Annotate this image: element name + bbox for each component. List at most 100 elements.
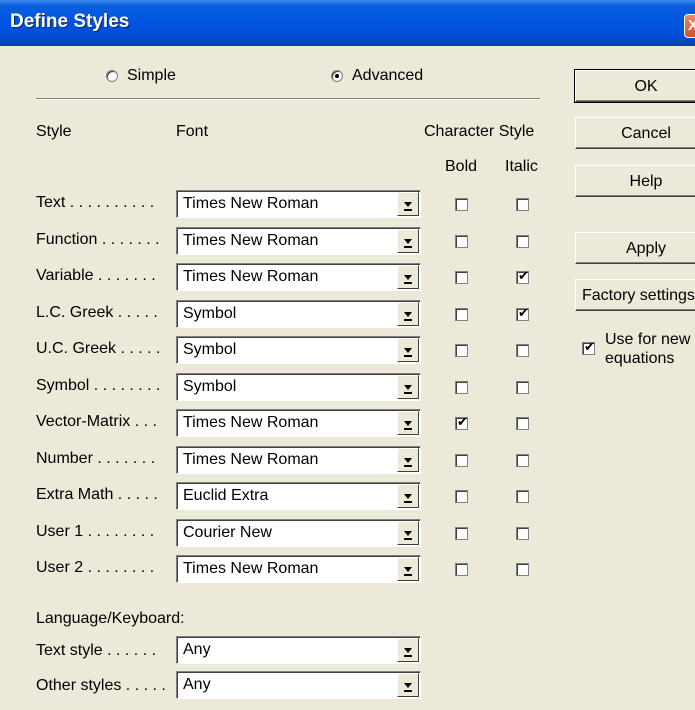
font-dropdown-value: Symbol [183, 341, 237, 358]
underscore-icon [404, 246, 412, 248]
simple-radio-label[interactable]: Simple [127, 67, 176, 85]
style-row-label: User 2 . . . . . . . . [36, 559, 155, 576]
chevron-down-icon [404, 385, 412, 390]
font-dropdown[interactable]: Times New Roman [176, 409, 421, 437]
bold-checkbox[interactable] [455, 344, 468, 357]
italic-checkbox[interactable] [516, 527, 529, 540]
underscore-icon [404, 428, 412, 430]
font-dropdown-value: Euclid Extra [183, 487, 269, 504]
bold-checkbox[interactable]: ✔ [455, 414, 468, 430]
italic-checkbox[interactable] [516, 490, 529, 503]
font-dropdown[interactable]: Times New Roman [176, 263, 421, 291]
apply-button[interactable]: Apply [575, 232, 695, 264]
font-dropdown-value: Symbol [183, 378, 237, 395]
bold-checkbox[interactable] [455, 198, 468, 211]
chevron-down-icon [404, 683, 412, 688]
underscore-icon [404, 355, 412, 357]
underscore-icon [404, 655, 412, 657]
dropdown-button[interactable] [397, 411, 419, 435]
radio-selected-dot [335, 74, 339, 78]
italic-checkbox[interactable] [516, 454, 529, 467]
dropdown-button[interactable] [397, 638, 419, 662]
ok-button[interactable]: OK [574, 69, 695, 103]
italic-checkbox[interactable]: ✔ [516, 305, 529, 321]
use-for-new-checkbox[interactable]: ✔ [582, 339, 595, 355]
underscore-icon [404, 574, 412, 576]
bold-checkbox[interactable] [455, 527, 468, 540]
font-dropdown[interactable]: Times New Roman [176, 446, 421, 474]
close-button[interactable]: X [684, 14, 695, 38]
close-icon: X [688, 17, 695, 34]
style-row-label: U.C. Greek . . . . . [36, 340, 161, 357]
chevron-down-icon [404, 567, 412, 572]
font-dropdown-value: Times New Roman [183, 451, 319, 468]
use-for-new-label-line2[interactable]: equations [605, 350, 674, 368]
font-dropdown-value: Courier New [183, 524, 272, 541]
dropdown-button[interactable] [397, 557, 419, 581]
chevron-down-icon [404, 348, 412, 353]
other-styles-label: Other styles . . . . . [36, 677, 166, 694]
dropdown-button[interactable] [397, 192, 419, 216]
font-dropdown[interactable]: Courier New [176, 519, 421, 547]
cancel-button-label: Cancel [621, 125, 671, 142]
text-style-value: Any [183, 641, 211, 658]
window-title: Define Styles [10, 11, 130, 32]
checkmark-icon: ✔ [457, 414, 468, 429]
bold-checkbox[interactable] [455, 271, 468, 284]
dropdown-button[interactable] [397, 265, 419, 289]
cancel-button[interactable]: Cancel [575, 117, 695, 149]
font-dropdown-value: Times New Roman [183, 414, 319, 431]
style-row-label: Extra Math . . . . . [36, 486, 158, 503]
dropdown-button[interactable] [397, 448, 419, 472]
bold-checkbox[interactable] [455, 381, 468, 394]
help-button[interactable]: Help [575, 165, 695, 197]
advanced-radio[interactable] [331, 70, 343, 82]
dropdown-button[interactable] [397, 302, 419, 326]
advanced-radio-label[interactable]: Advanced [352, 67, 423, 85]
bold-checkbox[interactable] [455, 308, 468, 321]
use-for-new-label-line1[interactable]: Use for new [605, 331, 690, 349]
italic-checkbox[interactable] [516, 563, 529, 576]
chevron-down-icon [404, 275, 412, 280]
style-row-label: Symbol . . . . . . . . [36, 377, 161, 394]
dropdown-button[interactable] [397, 521, 419, 545]
dropdown-button[interactable] [397, 338, 419, 362]
style-row-label: L.C. Greek . . . . . [36, 304, 158, 321]
bold-checkbox[interactable] [455, 454, 468, 467]
font-dropdown[interactable]: Times New Roman [176, 190, 421, 218]
other-styles-dropdown[interactable]: Any [176, 671, 421, 699]
bold-checkbox[interactable] [455, 235, 468, 248]
font-dropdown[interactable]: Symbol [176, 373, 421, 401]
title-bar[interactable]: Define Styles X [0, 0, 695, 46]
font-dropdown[interactable]: Times New Roman [176, 227, 421, 255]
italic-checkbox[interactable] [516, 235, 529, 248]
font-dropdown[interactable]: Symbol [176, 336, 421, 364]
underscore-icon [404, 209, 412, 211]
font-dropdown-value: Symbol [183, 305, 237, 322]
text-style-label: Text style . . . . . . [36, 642, 157, 659]
font-dropdown[interactable]: Symbol [176, 300, 421, 328]
simple-radio[interactable] [106, 70, 118, 82]
checkmark-icon: ✔ [584, 339, 595, 354]
italic-checkbox[interactable] [516, 417, 529, 430]
text-style-dropdown[interactable]: Any [176, 636, 421, 664]
style-column-header: Style [36, 123, 72, 140]
italic-checkbox[interactable] [516, 344, 529, 357]
italic-checkbox[interactable]: ✔ [516, 268, 529, 284]
bold-checkbox[interactable] [455, 563, 468, 576]
bold-checkbox[interactable] [455, 490, 468, 503]
dropdown-button[interactable] [397, 229, 419, 253]
dropdown-button[interactable] [397, 673, 419, 697]
font-dropdown[interactable]: Times New Roman [176, 555, 421, 583]
dropdown-button[interactable] [397, 375, 419, 399]
factory-settings-button[interactable]: Factory settings [575, 279, 695, 311]
font-dropdown-value: Times New Roman [183, 232, 319, 249]
dropdown-button[interactable] [397, 484, 419, 508]
italic-checkbox[interactable] [516, 198, 529, 211]
style-row-label: Function . . . . . . . [36, 231, 160, 248]
underscore-icon [404, 392, 412, 394]
underscore-icon [404, 690, 412, 692]
font-dropdown[interactable]: Euclid Extra [176, 482, 421, 510]
italic-checkbox[interactable] [516, 381, 529, 394]
character-style-header: Character Style [424, 123, 535, 140]
